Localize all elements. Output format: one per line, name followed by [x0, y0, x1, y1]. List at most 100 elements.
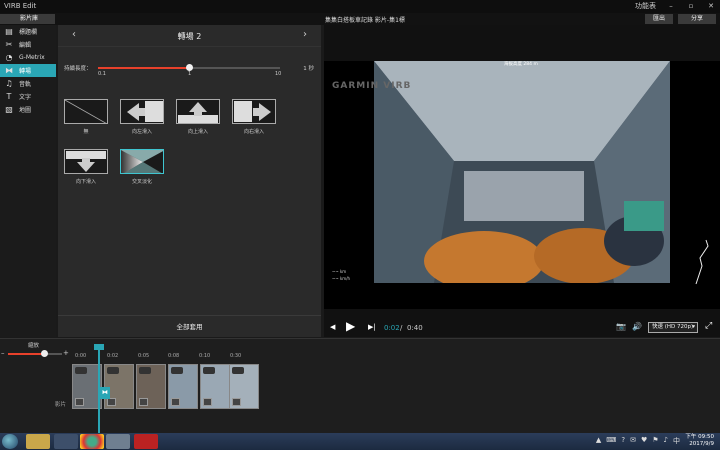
play-button[interactable]: ▶: [346, 319, 355, 333]
clock[interactable]: 下午 09:50 2017/9/9: [685, 434, 714, 448]
none-icon: [65, 100, 107, 123]
next-transition-arrow[interactable]: ›: [303, 29, 307, 40]
quality-select[interactable]: 快速 (HD 720p) ▾: [648, 322, 698, 333]
zoom-slider-thumb[interactable]: [41, 350, 48, 357]
volume-icon[interactable]: 🔊: [632, 322, 642, 331]
transition-slot-icon[interactable]: [203, 398, 212, 406]
zoom-out-button[interactable]: –: [1, 349, 5, 357]
transition-slide-up[interactable]: 向上滑入: [176, 99, 220, 135]
sidebar-item-audio[interactable]: ♫ 音軌: [0, 77, 56, 90]
duration-slider[interactable]: [98, 64, 280, 71]
transition-slide-right[interactable]: 向右滑入: [232, 99, 276, 135]
ruler-tick: 0:02: [107, 353, 119, 359]
arrow-right-icon: [234, 101, 271, 122]
video-image: [374, 61, 670, 283]
sidebar: ▤ 標題欄 ✂ 編輯 ◔ G-Metrix ⧓ 轉場 ♫ 音軌 T 文字 ▧ 地…: [0, 25, 56, 337]
duration-control: 持續長度： 1 秒 0.1 1 10: [64, 62, 314, 78]
transition-marker-icon[interactable]: ⧓: [100, 387, 110, 399]
transition-slide-down[interactable]: 向下滑入: [64, 149, 108, 185]
menu-button[interactable]: 功能表: [635, 1, 656, 11]
zoom-slider-fill: [8, 353, 43, 355]
link-icon: [203, 367, 215, 374]
transition-thumbnail: [232, 99, 276, 124]
title-bar-controls: 功能表 – ▫ ✕: [635, 1, 716, 11]
app-title: VIRB Edit: [4, 2, 37, 10]
help-icon[interactable]: ?: [621, 436, 625, 446]
transition-label: 向下滑入: [75, 179, 96, 185]
clock-date: 2017/9/9: [689, 441, 714, 447]
next-frame-button[interactable]: ▶|: [368, 323, 376, 331]
zoom-slider[interactable]: [8, 350, 62, 357]
sidebar-item-title-bar[interactable]: ▤ 標題欄: [0, 25, 56, 38]
video-clip[interactable]: [200, 364, 230, 409]
sidebar-item-gmetrix[interactable]: ◔ G-Metrix: [0, 51, 56, 64]
flag-icon[interactable]: ⚑: [652, 436, 658, 446]
transition-slot-icon[interactable]: [232, 398, 241, 406]
link-icon: [232, 367, 244, 374]
elevation-label: 海拔高度 284 m: [504, 62, 538, 67]
film-strip-icon: ▤: [5, 27, 13, 36]
maximize-button[interactable]: ▫: [686, 2, 696, 10]
transition-icon: ⧓: [5, 66, 13, 75]
close-button[interactable]: ✕: [706, 2, 716, 10]
transition-slide-left[interactable]: 向左滑入: [120, 99, 164, 135]
fullscreen-icon[interactable]: ⤢: [705, 321, 712, 331]
transition-slot-icon[interactable]: [107, 398, 116, 406]
transition-none[interactable]: 無: [64, 99, 108, 135]
app-icon[interactable]: [106, 434, 130, 449]
library-back-button[interactable]: 影片庫: [0, 14, 55, 24]
sidebar-item-text[interactable]: T 文字: [0, 90, 56, 103]
sidebar-item-label: G-Metrix: [19, 54, 45, 61]
apply-all-button[interactable]: 全部套用: [58, 315, 321, 337]
transition-slot-icon[interactable]: [139, 398, 148, 406]
distance-legend: ~~ km: [332, 269, 347, 274]
keyboard-icon[interactable]: ⌨: [606, 436, 616, 446]
mail-icon[interactable]: ✉: [630, 436, 636, 446]
zoom-in-button[interactable]: +: [63, 349, 69, 357]
time-separator: /: [400, 324, 403, 332]
sidebar-item-edit[interactable]: ✂ 編輯: [0, 38, 56, 51]
share-button[interactable]: 分享: [678, 14, 716, 24]
transition-crossfade[interactable]: 交叉淡化: [120, 149, 164, 185]
transition-panel: ‹ 轉場 2 › 持續長度： 1 秒 0.1 1 10 無 向左滑入 向上滑入 …: [58, 25, 321, 337]
start-button[interactable]: [2, 434, 18, 449]
video-clip[interactable]: [229, 364, 259, 409]
panel-header: ‹ 轉場 2 ›: [58, 25, 321, 47]
duration-mid-label: 1: [188, 71, 192, 77]
tray-expand-icon[interactable]: ▲: [596, 436, 601, 446]
ruler-tick: 0:00: [75, 353, 87, 359]
transition-slot-icon[interactable]: [171, 398, 180, 406]
export-button[interactable]: 匯出: [645, 14, 673, 24]
sidebar-item-map[interactable]: ▧ 地圖: [0, 103, 56, 116]
virb-edit-icon[interactable]: [134, 434, 158, 449]
duration-max-label: 10: [275, 71, 282, 77]
video-clip[interactable]: [168, 364, 198, 409]
file-explorer-icon[interactable]: [26, 434, 50, 449]
clock-time: 下午 09:50: [685, 434, 714, 440]
chrome-icon[interactable]: [80, 434, 104, 449]
transition-label: 無: [83, 129, 89, 135]
transition-thumbnail: [64, 149, 108, 174]
video-clip[interactable]: [136, 364, 166, 409]
video-frame: GARMIN VIRB 海拔高度 284 m ~~ km ~~ km/h: [324, 61, 720, 309]
duration-slider-thumb[interactable]: [186, 64, 193, 71]
camera-icon[interactable]: 📷: [616, 322, 626, 331]
quality-value: 快速 (HD 720p): [652, 324, 694, 330]
minimize-button[interactable]: –: [666, 2, 676, 10]
duration-unit: 1 秒: [303, 66, 314, 72]
toolbar: 影片庫 集集白搭板車記錄 影片-集1標 匯出 分享: [0, 13, 720, 25]
media-player-icon[interactable]: [54, 434, 78, 449]
sidebar-item-transitions[interactable]: ⧓ 轉場: [0, 64, 56, 77]
sidebar-item-label: 編輯: [19, 42, 32, 49]
sidebar-item-label: 轉場: [19, 68, 32, 75]
heart-icon[interactable]: ♥: [641, 436, 647, 446]
ruler-tick: 0:05: [138, 353, 150, 359]
playback-controls: ◀ ▶ ▶| 0:02 / 0:40 📷 🔊 快速 (HD 720p) ▾ ⤢: [324, 319, 720, 336]
ruler-tick: 0:10: [199, 353, 211, 359]
duration-label: 持續長度：: [64, 66, 92, 72]
transition-slot-icon[interactable]: [75, 398, 84, 406]
sound-icon[interactable]: ♪: [664, 436, 668, 446]
sidebar-item-label: 文字: [19, 94, 32, 101]
previous-frame-button[interactable]: ◀: [330, 323, 335, 331]
input-method-icon[interactable]: 中: [673, 436, 680, 446]
